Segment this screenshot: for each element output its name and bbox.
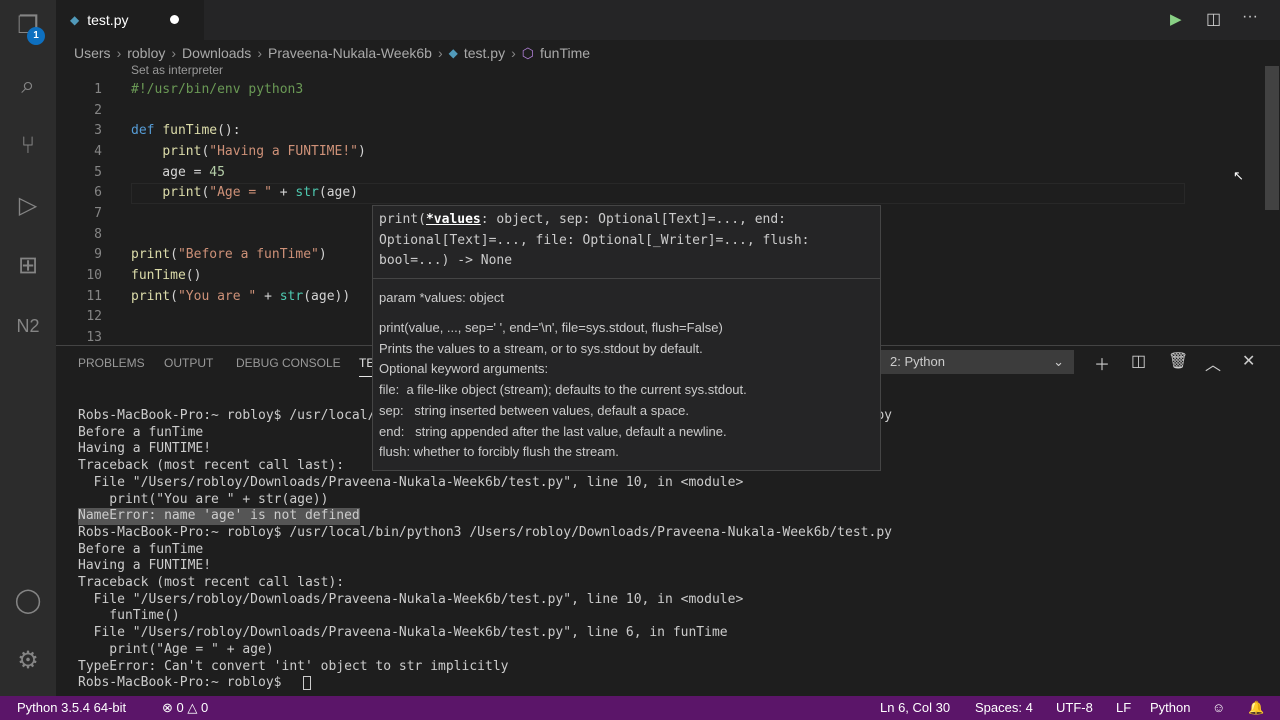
problems-status[interactable]: ⊗ 0 △ 0 [162, 700, 208, 716]
tab-bar: ◆ test.py ▶ ◫ ··· [56, 0, 1280, 40]
line-number: 3 [94, 123, 102, 139]
terminal-cursor [303, 675, 311, 690]
tab-output[interactable]: OUTPUT [164, 356, 213, 370]
tab-debug-console[interactable]: DEBUG CONSOLE [236, 356, 341, 370]
extensions-icon[interactable]: ⊞ [12, 250, 44, 282]
param-doc: param *values: object [379, 290, 505, 305]
terminal-line: Robs-MacBook-Pro:~ robloy$ [78, 675, 290, 691]
line-number: 10 [86, 268, 102, 284]
line-number: 4 [94, 144, 102, 159]
line-number: 5 [94, 164, 102, 180]
split-terminal-icon[interactable]: ◫ [1131, 351, 1146, 371]
line-number: 11 [86, 288, 102, 304]
breadcrumb: Users › robloy › Downloads › Praveena-Nukal… [74, 44, 591, 62]
indentation[interactable]: Spaces: 4 [975, 700, 1033, 715]
status-bar: Python 3.5.4 64-bit ⊗ 0 △ 0 Ln 6, Col 30… [0, 696, 1280, 720]
terminal-line: File "/Users/robloy/Downloads/Praveena-N… [78, 625, 728, 641]
run-icon[interactable]: ▶ [1170, 10, 1182, 28]
code-text[interactable]: print("Age = " + str(age) [131, 182, 358, 203]
split-editor-icon[interactable]: ◫ [1206, 9, 1221, 29]
doc-line: flush: whether to forcibly flush the str… [379, 444, 619, 460]
trash-icon[interactable]: 🗑 [1168, 351, 1188, 371]
search-icon[interactable]: ⌕ [12, 70, 44, 102]
explorer-badge: 1 [27, 27, 45, 45]
breadcrumb-item[interactable]: Users [74, 45, 111, 61]
code-text[interactable]: print("Before a funTime") [131, 244, 327, 265]
terminal-line: print("You are " + str(age)) [78, 491, 329, 507]
terminal-line: print("Age = " + age) [78, 641, 274, 657]
bell-icon[interactable]: 🔔 [1248, 700, 1264, 716]
code-text[interactable]: def funTime(): [131, 120, 241, 141]
line-number: 8 [94, 226, 102, 242]
function-symbol-icon: ⬡ [521, 44, 534, 61]
signature: print(*values: object, sep: Optional[Tex… [379, 212, 810, 269]
encoding[interactable]: UTF-8 [1056, 700, 1093, 715]
line-number: 6 [94, 185, 102, 201]
line-number: 12 [86, 309, 102, 325]
gear-icon[interactable]: ⚙ [12, 645, 44, 677]
code-text[interactable]: #!/usr/bin/env python3 [131, 79, 303, 100]
source-control-icon[interactable]: ⑂ [12, 130, 44, 162]
doc-line: file: a file-like object (stream); defau… [379, 382, 747, 398]
n2-extension-icon[interactable]: N2 [12, 310, 44, 342]
feedback-icon[interactable]: ☺ [1212, 700, 1225, 715]
doc-line: Optional keyword arguments: [379, 361, 549, 377]
code-text[interactable]: age = 45 [131, 162, 225, 183]
terminal-line: Robs-MacBook-Pro:~ robloy$ /usr/local/bi… [78, 524, 892, 540]
more-actions-icon[interactable]: ··· [1242, 8, 1258, 26]
breadcrumb-item[interactable]: Praveena-Nukala-Week6b [268, 45, 432, 61]
editor-scrollbar[interactable] [1265, 66, 1279, 210]
tab-label: test.py [87, 12, 129, 28]
language-mode[interactable]: Python [1150, 700, 1190, 715]
doc-line: sep: string inserted between values, def… [379, 402, 690, 418]
maximize-panel-icon[interactable]: ︿ [1205, 351, 1221, 375]
unsaved-dot-icon[interactable] [170, 15, 179, 24]
mouse-cursor-icon: ↖ [1233, 168, 1244, 183]
code-text[interactable]: print("Having a FUNTIME!") [131, 141, 366, 162]
terminal-line: File "/Users/robloy/Downloads/Praveena-N… [78, 591, 744, 607]
breadcrumb-item[interactable]: funTime [540, 45, 590, 61]
interpreter-status[interactable]: Python 3.5.4 64-bit [17, 700, 126, 715]
doc-line: Prints the values to a stream, or to sys… [379, 340, 703, 356]
chevron-down-icon: ⌄ [1053, 354, 1064, 369]
doc-line: print(value, ..., sep=' ', end='\n', fil… [379, 320, 723, 335]
terminal-line: File "/Users/robloy/Downloads/Praveena-N… [78, 474, 744, 490]
terminal-line: NameError: name 'age' is not defined [78, 508, 360, 525]
breadcrumb-item[interactable]: Downloads [182, 45, 251, 61]
set-interpreter-codelens[interactable]: Set as interpreter [131, 63, 223, 77]
tab-test-py[interactable]: ◆ test.py [56, 0, 204, 40]
terminal-line: TypeError: Can't convert 'int' object to… [78, 658, 509, 674]
line-number: 7 [94, 206, 102, 222]
eol[interactable]: LF [1116, 700, 1131, 715]
terminal-line: Having a FUNTIME! [78, 558, 212, 574]
terminal-line: Before a funTime [78, 541, 204, 557]
line-number: 1 [94, 82, 102, 97]
terminal-line: funTime() [78, 608, 180, 624]
line-number: 2 [94, 102, 102, 118]
terminal-select[interactable]: 2: Python ⌄ [880, 350, 1074, 374]
debug-icon[interactable]: ▷ [12, 190, 44, 222]
signature-help-tooltip: print(*values: object, sep: Optional[Tex… [372, 205, 881, 471]
tab-problems[interactable]: PROBLEMS [78, 356, 145, 370]
doc-line: end: string appended after the last valu… [379, 423, 727, 439]
code-text[interactable]: funTime() [131, 265, 201, 286]
breadcrumb-item[interactable]: robloy [127, 45, 165, 61]
new-terminal-icon[interactable]: ＋ [1094, 351, 1110, 375]
activity-bar: ❐ 1 ⌕ ⑂ ▷ ⊞ N2 ◯ ⚙ [0, 0, 56, 696]
terminal-line: Traceback (most recent call last): [78, 575, 345, 591]
terminal-select-value: 2: Python [890, 354, 945, 369]
line-number: 9 [94, 247, 102, 263]
code-text[interactable]: print("You are " + str(age)) [131, 286, 350, 307]
python-file-icon: ◆ [70, 13, 80, 27]
python-file-icon: ◆ [448, 46, 458, 60]
breadcrumb-item[interactable]: test.py [464, 45, 505, 61]
close-panel-icon[interactable]: ✕ [1242, 351, 1255, 371]
cursor-position[interactable]: Ln 6, Col 30 [880, 700, 950, 715]
account-icon[interactable]: ◯ [12, 585, 44, 617]
